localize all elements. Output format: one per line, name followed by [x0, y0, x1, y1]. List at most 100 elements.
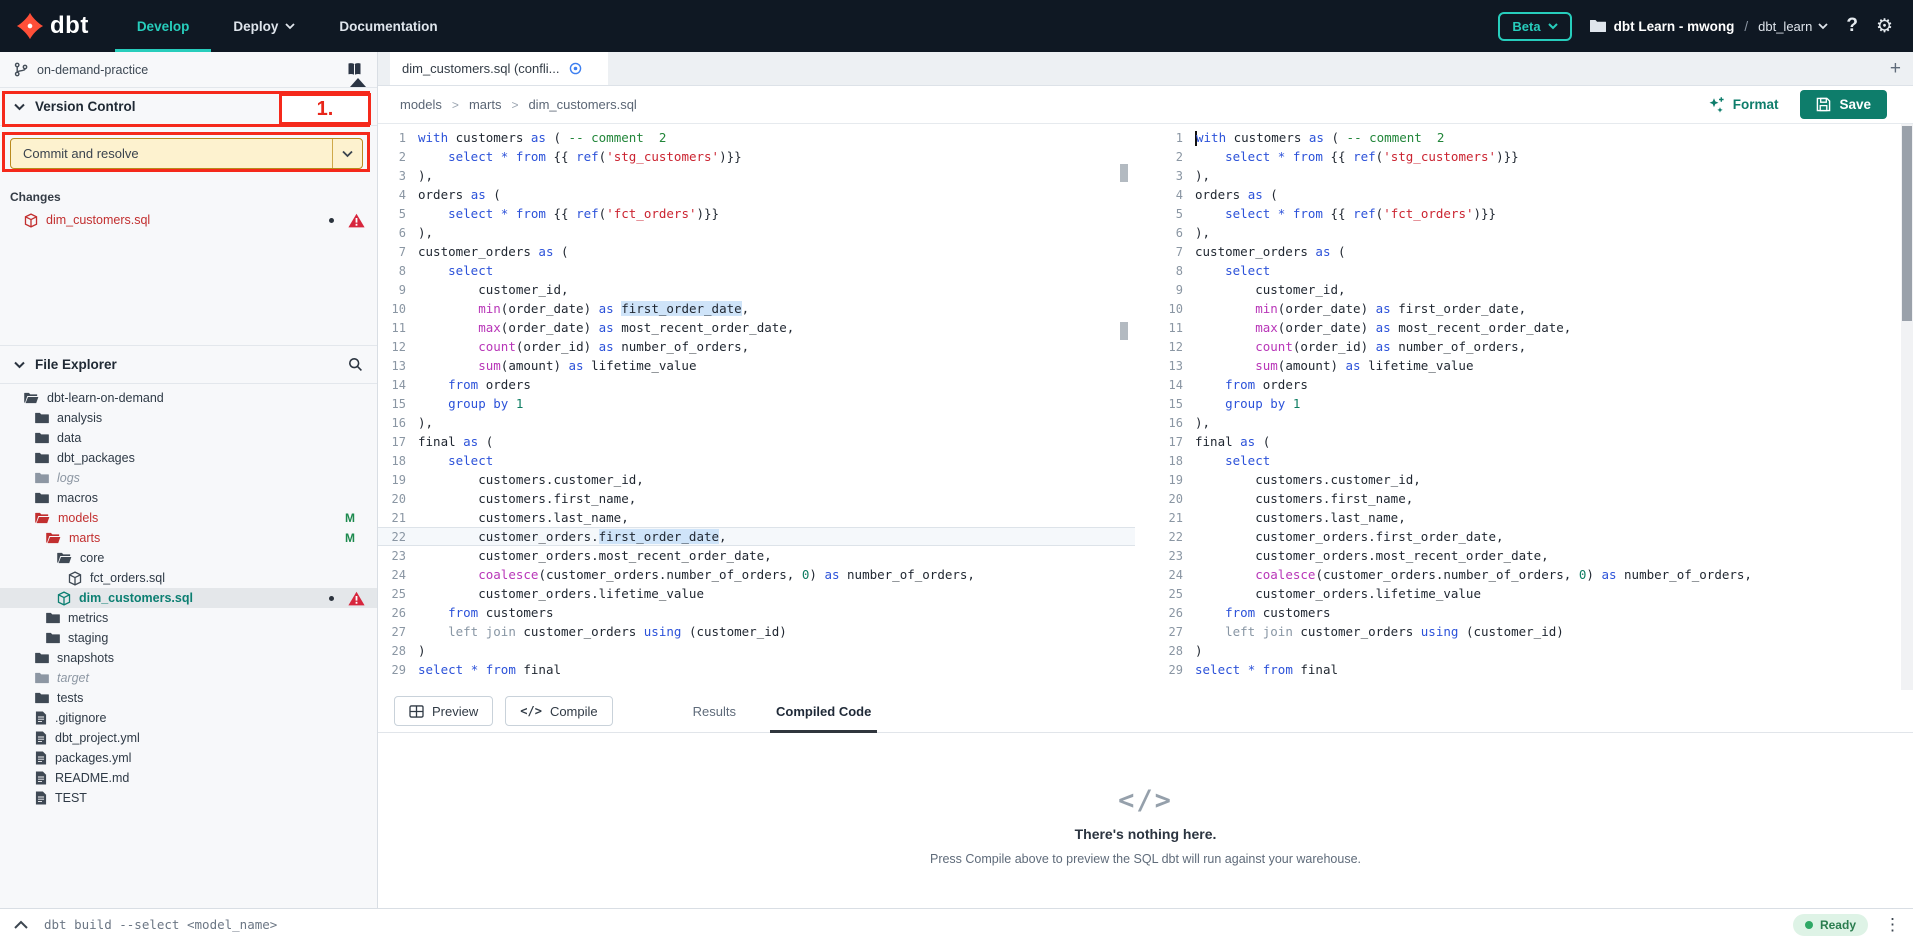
code-line-8[interactable]: 8 select: [1155, 261, 1901, 280]
code-line-24[interactable]: 24 coalesce(customer_orders.number_of_or…: [1155, 565, 1901, 584]
code-line-6[interactable]: 6),: [1155, 223, 1901, 242]
file-tree-item-analysis[interactable]: analysis: [0, 408, 377, 428]
code-line-28[interactable]: 28): [378, 641, 1135, 660]
file-tree-item-models[interactable]: modelsM: [0, 508, 377, 528]
code-line-23[interactable]: 23 customer_orders.most_recent_order_dat…: [378, 546, 1135, 565]
code-line-18[interactable]: 18 select: [378, 451, 1135, 470]
save-button[interactable]: Save: [1800, 90, 1887, 119]
code-line-19[interactable]: 19 customers.customer_id,: [378, 470, 1135, 489]
tab-dim-customers[interactable]: dim_customers.sql (confli...: [390, 52, 608, 85]
beta-button[interactable]: Beta: [1498, 12, 1571, 41]
code-pane-left[interactable]: 1with customers as ( -- comment 22 selec…: [378, 124, 1135, 690]
code-line-27[interactable]: 27 left join customer_orders using (cust…: [378, 622, 1135, 641]
code-line-14[interactable]: 14 from orders: [378, 375, 1135, 394]
file-tree-item-readme-md[interactable]: README.md: [0, 768, 377, 788]
code-line-16[interactable]: 16),: [1155, 413, 1901, 432]
code-line-17[interactable]: 17final as (: [378, 432, 1135, 451]
file-tree-item-dbt-learn-on-demand[interactable]: dbt-learn-on-demand: [0, 388, 377, 408]
code-line-13[interactable]: 13 sum(amount) as lifetime_value: [1155, 356, 1901, 375]
code-line-9[interactable]: 9 customer_id,: [378, 280, 1135, 299]
code-line-27[interactable]: 27 left join customer_orders using (cust…: [1155, 622, 1901, 641]
project-selector[interactable]: dbt_learn: [1758, 19, 1828, 34]
code-line-15[interactable]: 15 group by 1: [1155, 394, 1901, 413]
code-line-28[interactable]: 28): [1155, 641, 1901, 660]
breadcrumb-segment[interactable]: marts: [469, 97, 502, 112]
code-line-2[interactable]: 2 select * from {{ ref('stg_customers')}…: [1155, 147, 1901, 166]
account-name[interactable]: dbt Learn - mwong: [1614, 19, 1735, 34]
changed-file-row[interactable]: dim_customers.sql: [0, 208, 377, 232]
code-line-1[interactable]: 1with customers as ( -- comment 2: [1155, 128, 1901, 147]
code-line-10[interactable]: 10 min(order_date) as first_order_date,: [1155, 299, 1901, 318]
file-tree-item-dbt-packages[interactable]: dbt_packages: [0, 448, 377, 468]
code-line-14[interactable]: 14 from orders: [1155, 375, 1901, 394]
code-line-25[interactable]: 25 customer_orders.lifetime_value: [378, 584, 1135, 603]
file-tree-item-tests[interactable]: tests: [0, 688, 377, 708]
file-tree-item--gitignore[interactable]: .gitignore: [0, 708, 377, 728]
scrollbar-mark[interactable]: [1120, 164, 1128, 182]
nav-item-develop[interactable]: Develop: [115, 0, 212, 52]
code-line-12[interactable]: 12 count(order_id) as number_of_orders,: [378, 337, 1135, 356]
code-line-26[interactable]: 26 from customers: [1155, 603, 1901, 622]
breadcrumb-segment[interactable]: models: [400, 97, 442, 112]
format-button[interactable]: Format: [1708, 96, 1779, 113]
file-tree-item-data[interactable]: data: [0, 428, 377, 448]
code-line-11[interactable]: 11 max(order_date) as most_recent_order_…: [1155, 318, 1901, 337]
command-input[interactable]: dbt build --select <model_name>: [44, 917, 277, 932]
unsaved-conflict-indicator-icon[interactable]: [568, 61, 583, 76]
kebab-menu-icon[interactable]: ⋮: [1884, 915, 1901, 935]
file-explorer-header[interactable]: File Explorer: [0, 346, 377, 384]
code-line-5[interactable]: 5 select * from {{ ref('fct_orders')}}: [1155, 204, 1901, 223]
compile-button[interactable]: </> Compile: [505, 696, 612, 726]
code-line-3[interactable]: 3),: [1155, 166, 1901, 185]
code-line-15[interactable]: 15 group by 1: [378, 394, 1135, 413]
code-line-23[interactable]: 23 customer_orders.most_recent_order_dat…: [1155, 546, 1901, 565]
code-line-26[interactable]: 26 from customers: [378, 603, 1135, 622]
code-line-17[interactable]: 17final as (: [1155, 432, 1901, 451]
vertical-scrollbar[interactable]: [1901, 124, 1913, 690]
file-tree-item-target[interactable]: target: [0, 668, 377, 688]
code-line-19[interactable]: 19 customers.customer_id,: [1155, 470, 1901, 489]
code-line-16[interactable]: 16),: [378, 413, 1135, 432]
code-line-6[interactable]: 6),: [378, 223, 1135, 242]
code-line-18[interactable]: 18 select: [1155, 451, 1901, 470]
code-line-25[interactable]: 25 customer_orders.lifetime_value: [1155, 584, 1901, 603]
code-line-7[interactable]: 7customer_orders as (: [1155, 242, 1901, 261]
file-tree-item-snapshots[interactable]: snapshots: [0, 648, 377, 668]
code-line-3[interactable]: 3),: [378, 166, 1135, 185]
code-line-4[interactable]: 4orders as (: [378, 185, 1135, 204]
code-line-20[interactable]: 20 customers.first_name,: [378, 489, 1135, 508]
code-line-9[interactable]: 9 customer_id,: [1155, 280, 1901, 299]
nav-item-documentation[interactable]: Documentation: [317, 0, 459, 52]
nav-item-deploy[interactable]: Deploy: [211, 0, 317, 52]
code-line-11[interactable]: 11 max(order_date) as most_recent_order_…: [378, 318, 1135, 337]
file-tree-item-fct-orders-sql[interactable]: fct_orders.sql: [0, 568, 377, 588]
file-tree-item-core[interactable]: core: [0, 548, 377, 568]
file-tree-item-metrics[interactable]: metrics: [0, 608, 377, 628]
preview-button[interactable]: Preview: [394, 696, 493, 726]
code-line-7[interactable]: 7customer_orders as (: [378, 242, 1135, 261]
file-tree-item-logs[interactable]: logs: [0, 468, 377, 488]
code-line-29[interactable]: 29select * from final: [1155, 660, 1901, 679]
gear-icon[interactable]: ⚙: [1876, 15, 1893, 38]
file-tree-item-marts[interactable]: martsM: [0, 528, 377, 548]
help-icon[interactable]: ?: [1846, 15, 1858, 37]
file-tree-item-test[interactable]: TEST: [0, 788, 377, 808]
file-tree-item-staging[interactable]: staging: [0, 628, 377, 648]
file-tree-item-dbt-project-yml[interactable]: dbt_project.yml: [0, 728, 377, 748]
scrollbar-mark[interactable]: [1120, 322, 1128, 340]
code-pane-right[interactable]: 1with customers as ( -- comment 22 selec…: [1155, 124, 1901, 690]
code-line-8[interactable]: 8 select: [378, 261, 1135, 280]
results-tab-compiled-code[interactable]: Compiled Code: [756, 690, 891, 732]
code-line-2[interactable]: 2 select * from {{ ref('stg_customers')}…: [378, 147, 1135, 166]
code-line-29[interactable]: 29select * from final: [378, 660, 1135, 679]
file-tree-item-packages-yml[interactable]: packages.yml: [0, 748, 377, 768]
breadcrumb-segment[interactable]: dim_customers.sql: [528, 97, 636, 112]
code-line-4[interactable]: 4orders as (: [1155, 185, 1901, 204]
code-line-22[interactable]: 22 customer_orders.first_order_date,: [1155, 527, 1901, 546]
code-line-13[interactable]: 13 sum(amount) as lifetime_value: [378, 356, 1135, 375]
branch-selector[interactable]: on-demand-practice: [0, 52, 377, 88]
code-line-21[interactable]: 21 customers.last_name,: [378, 508, 1135, 527]
code-line-5[interactable]: 5 select * from {{ ref('fct_orders')}}: [378, 204, 1135, 223]
code-line-12[interactable]: 12 count(order_id) as number_of_orders,: [1155, 337, 1901, 356]
code-line-24[interactable]: 24 coalesce(customer_orders.number_of_or…: [378, 565, 1135, 584]
